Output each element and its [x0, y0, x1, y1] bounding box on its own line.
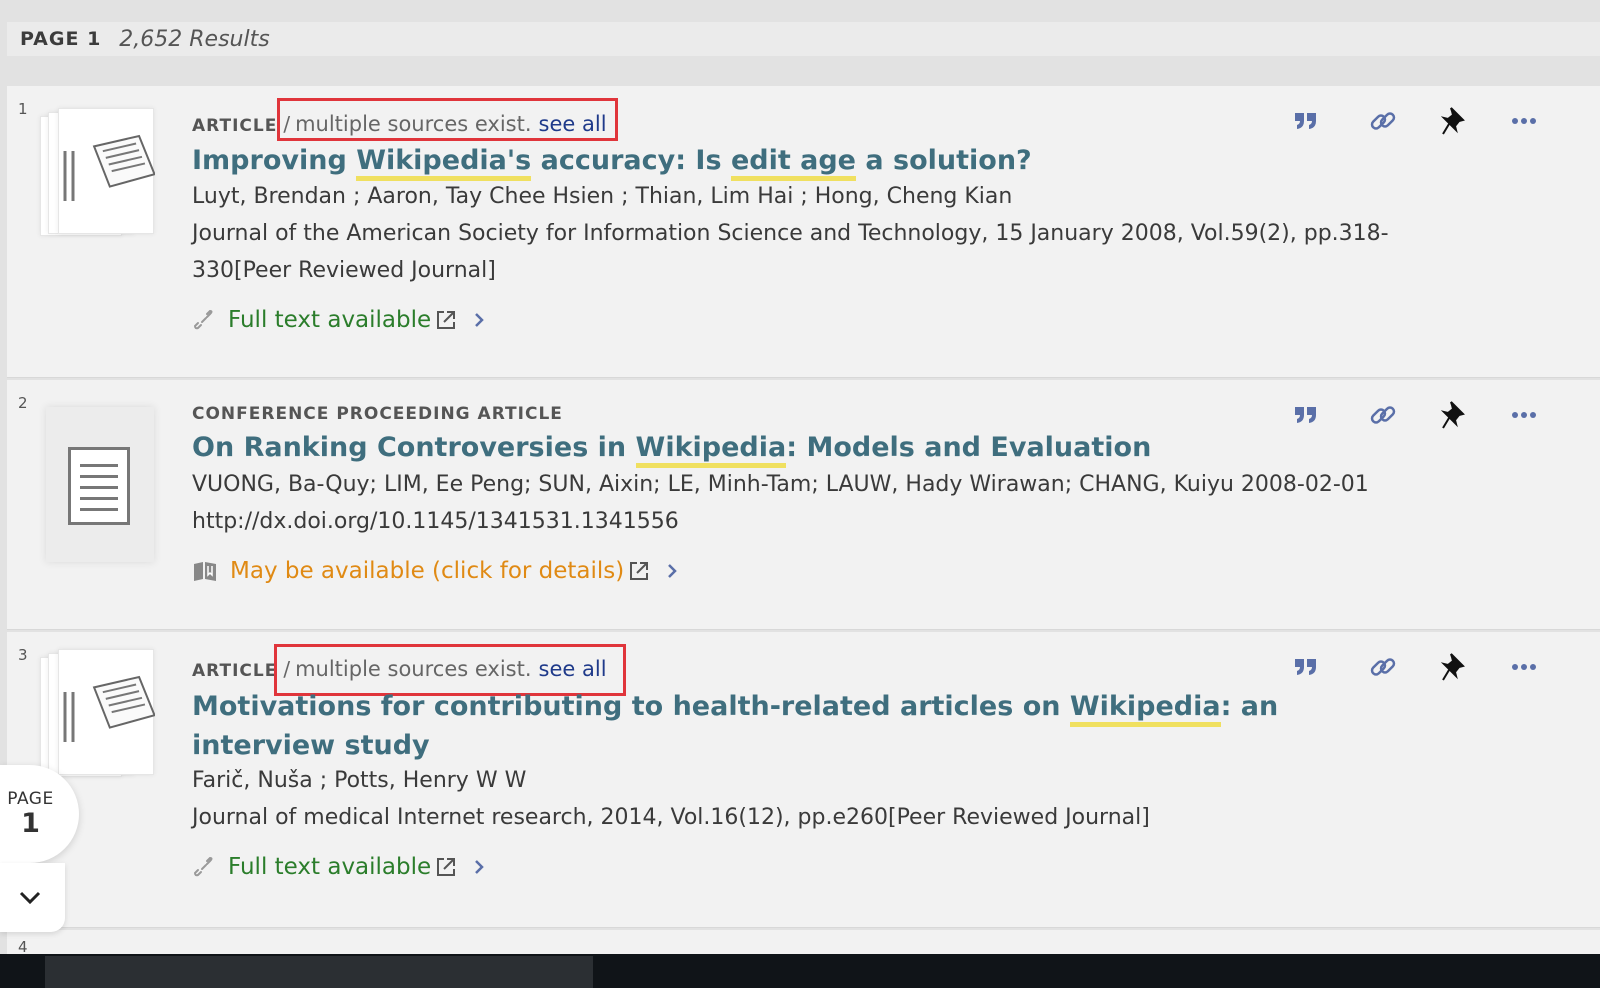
external-link-icon: [435, 856, 457, 878]
result-item-1: 1 ARTICLE / multiple sources exist. see …: [7, 86, 1600, 378]
result-source: Journal of the American Society for Info…: [192, 221, 1389, 246]
chevron-right-icon: [473, 859, 485, 875]
result-title-link[interactable]: On Ranking Controversies in Wikipedia: M…: [192, 428, 1152, 468]
link-icon[interactable]: [1368, 106, 1398, 136]
link-icon[interactable]: [1368, 652, 1398, 682]
result-authors: VUONG, Ba-Quy; LIM, Ee Peng; SUN, Aixin;…: [192, 472, 1369, 497]
link-icon: [193, 856, 213, 877]
external-link-icon: [628, 560, 650, 582]
taskbar: [0, 954, 1600, 988]
result-authors: Farič, Nuša ; Potts, Henry W W: [192, 768, 527, 793]
more-icon[interactable]: [1509, 400, 1539, 430]
title-highlight: Wikipedia's: [356, 145, 532, 181]
more-icon[interactable]: [1509, 106, 1539, 136]
book-icon: [194, 562, 216, 581]
link-icon[interactable]: [1368, 400, 1398, 430]
title-highlight: Wikipedia: [635, 432, 787, 468]
external-link-icon: [435, 309, 457, 331]
title-segment: On Ranking Controversies in: [192, 432, 636, 463]
article-document-icon: [63, 675, 156, 742]
availability-label: Full text available: [228, 854, 432, 880]
result-title-link-continued[interactable]: interview study: [192, 726, 430, 765]
chevron-right-icon: [666, 563, 678, 579]
document-thumbnail[interactable]: [46, 407, 154, 562]
result-item-2: 2 CONFERENCE PROCEEDING ARTICLE On Ranki…: [7, 380, 1600, 630]
result-number: 3: [18, 646, 28, 664]
result-type: ARTICLE: [192, 116, 278, 136]
annotation-highlight-box: [277, 98, 618, 141]
quote-icon[interactable]: [1291, 652, 1321, 682]
result-type-line: CONFERENCE PROCEEDING ARTICLE: [192, 404, 563, 424]
quote-icon[interactable]: [1291, 106, 1321, 136]
chevron-down-icon: [19, 891, 40, 904]
results-count: 2,652 Results: [119, 26, 270, 52]
title-highlight: edit age: [730, 145, 856, 181]
result-item-3: 3 ARTICLE / multiple sources exist. see …: [7, 632, 1600, 928]
page-indicator-number: 1: [21, 808, 40, 839]
pin-icon[interactable]: [1439, 106, 1469, 136]
full-text-available-link[interactable]: Full text available: [192, 854, 485, 880]
result-title-link[interactable]: Improving Wikipedia's accuracy: Is edit …: [192, 141, 1032, 181]
pin-icon[interactable]: [1439, 400, 1469, 430]
title-segment: Improving: [192, 145, 357, 176]
result-number: 2: [18, 394, 28, 412]
result-source-continued: 330[Peer Reviewed Journal]: [192, 258, 496, 283]
result-item-4-partial: 4: [7, 930, 1600, 956]
title-segment: : an: [1220, 691, 1279, 722]
title-highlight: Wikipedia: [1069, 691, 1221, 727]
result-actions: [1291, 400, 1541, 430]
title-segment: Motivations for contributing to health-r…: [192, 691, 1070, 722]
title-segment: a solution?: [856, 145, 1032, 176]
link-icon: [193, 309, 213, 330]
quote-icon[interactable]: [1291, 400, 1321, 430]
full-text-available-link[interactable]: Full text available: [192, 307, 485, 333]
result-actions: [1291, 652, 1541, 682]
availability-label: Full text available: [228, 307, 432, 333]
scroll-down-button[interactable]: [0, 863, 65, 932]
result-source: Journal of medical Internet research, 20…: [192, 805, 1150, 830]
result-authors: Luyt, Brendan ; Aaron, Tay Chee Hsien ; …: [192, 184, 1013, 209]
result-title-link[interactable]: Motivations for contributing to health-r…: [192, 687, 1279, 727]
result-number: 1: [18, 100, 28, 118]
result-type: ARTICLE: [192, 661, 278, 681]
pin-icon[interactable]: [1439, 652, 1469, 682]
result-type: CONFERENCE PROCEEDING ARTICLE: [192, 404, 563, 424]
may-be-available-link[interactable]: May be available (click for details): [192, 558, 678, 584]
title-segment: accuracy: Is: [531, 145, 731, 176]
result-actions: [1291, 106, 1541, 136]
result-doi: http://dx.doi.org/10.1145/1341531.134155…: [192, 509, 679, 534]
more-icon[interactable]: [1509, 652, 1539, 682]
results-page-header: PAGE 1 2,652 Results: [7, 22, 1600, 56]
article-document-icon: [63, 134, 156, 201]
taskbar-search-area[interactable]: [45, 956, 593, 988]
page-label: PAGE 1: [20, 28, 102, 50]
availability-label: May be available (click for details): [230, 558, 625, 584]
chevron-right-icon: [473, 312, 485, 328]
page-indicator-label: PAGE: [7, 789, 54, 809]
title-segment: : Models and Evaluation: [786, 432, 1152, 463]
document-icon: [68, 447, 130, 525]
article-thumbnail[interactable]: [36, 108, 156, 253]
